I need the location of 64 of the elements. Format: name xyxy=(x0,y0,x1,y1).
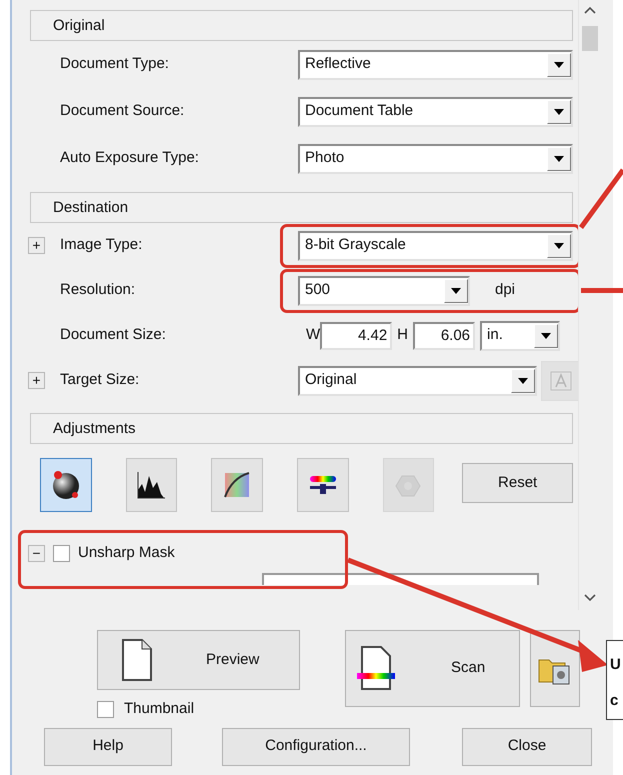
field-label: Document Type: xyxy=(60,54,170,74)
scroll-down-icon[interactable] xyxy=(584,594,596,602)
dropdown[interactable]: Reflective xyxy=(298,50,573,80)
caret-icon xyxy=(451,288,461,294)
tool-button[interactable] xyxy=(296,458,349,512)
dropdown-arrow-button[interactable] xyxy=(547,146,571,170)
checkbox[interactable] xyxy=(53,544,70,562)
checkbox-label: Unsharp Mask xyxy=(78,543,175,563)
collapse-button[interactable]: − xyxy=(28,544,45,562)
callout-text: c xyxy=(610,691,620,711)
section-header: Adjustments xyxy=(30,413,573,444)
dropdown-arrow-button[interactable] xyxy=(547,234,571,258)
scroll-thumb[interactable] xyxy=(582,26,598,51)
field-label: Target Size: xyxy=(60,370,140,390)
text-frame-icon xyxy=(549,368,573,392)
preview-button[interactable]: Preview xyxy=(97,630,300,690)
dialog-button[interactable]: Close xyxy=(462,728,592,766)
caret-icon xyxy=(554,242,564,248)
section-header: Destination xyxy=(30,192,573,223)
scroll-up-icon[interactable] xyxy=(584,6,596,14)
tool-button[interactable] xyxy=(40,458,92,512)
checkbox-label: Thumbnail xyxy=(124,699,194,719)
width-label: W xyxy=(306,325,320,346)
scanner-icon xyxy=(356,644,396,692)
section-header: Original xyxy=(30,10,573,41)
callout-text: U xyxy=(610,655,622,675)
checkbox[interactable] xyxy=(97,700,114,718)
dropdown-arrow-button[interactable] xyxy=(547,100,571,124)
folder-button[interactable] xyxy=(530,630,580,707)
dropdown-arrow-button[interactable] xyxy=(534,324,558,348)
caret-icon xyxy=(518,378,528,384)
field-label: Document Size: xyxy=(60,325,167,346)
width-field[interactable]: 4.42 xyxy=(320,322,392,350)
caret-icon xyxy=(554,156,564,162)
dropdown-arrow-button[interactable] xyxy=(547,52,571,76)
histogram-icon xyxy=(136,470,166,500)
unit-label: dpi xyxy=(495,280,516,300)
page-icon xyxy=(120,638,154,682)
caret-icon xyxy=(541,332,552,338)
field-label: Resolution: xyxy=(60,280,136,300)
dialog-button[interactable]: Help xyxy=(44,728,172,766)
field-label: Image Type: xyxy=(60,235,144,256)
expand-button[interactable]: + xyxy=(28,237,45,254)
dropdown[interactable]: in. xyxy=(480,320,560,350)
height-label: H xyxy=(397,325,408,346)
dropdown[interactable]: 500 xyxy=(298,276,470,306)
dropdown[interactable]: Photo xyxy=(298,144,573,174)
field-label: Document Source: xyxy=(60,101,186,122)
dialog-button[interactable]: Configuration... xyxy=(222,728,410,766)
caret-icon xyxy=(554,108,564,114)
field-label: Auto Exposure Type: xyxy=(60,148,200,168)
dropdown-field[interactable] xyxy=(262,572,539,584)
dropdown[interactable]: 8-bit Grayscale xyxy=(298,230,573,260)
tool-button[interactable] xyxy=(211,458,263,512)
scan-button[interactable]: Scan xyxy=(345,630,520,707)
height-field[interactable]: 6.06 xyxy=(413,322,476,350)
expand-button[interactable]: + xyxy=(28,372,45,389)
caret-icon xyxy=(554,62,564,68)
dropdown-arrow-button[interactable] xyxy=(511,368,535,392)
dropdown-arrow-button[interactable] xyxy=(444,278,468,302)
dropdown[interactable]: Document Table xyxy=(298,96,573,126)
dropdown[interactable]: Original xyxy=(298,366,537,396)
tool-button[interactable] xyxy=(126,458,178,512)
reset-button[interactable]: Reset xyxy=(462,463,574,503)
